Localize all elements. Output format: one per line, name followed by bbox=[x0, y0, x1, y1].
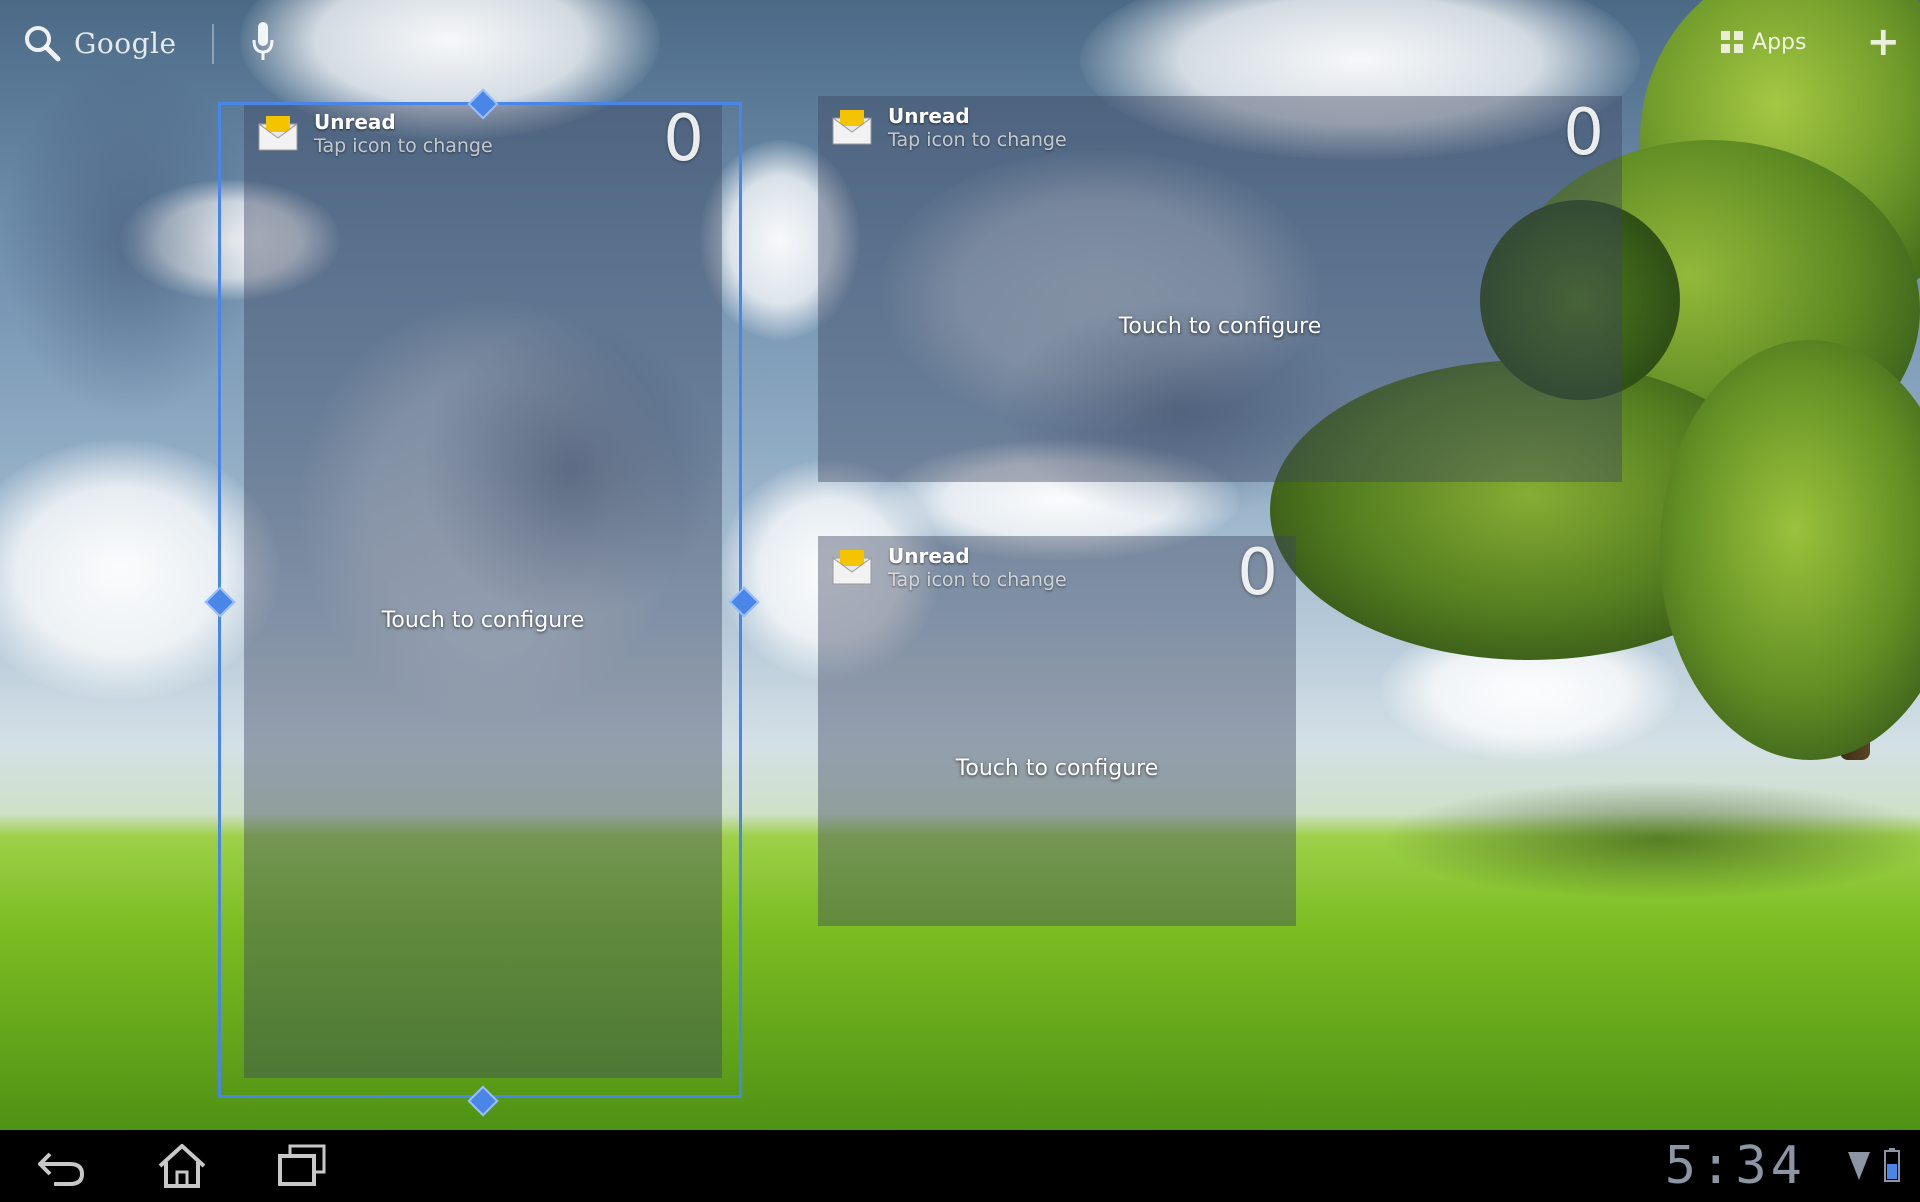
unread-count: 0 bbox=[1563, 96, 1604, 170]
microphone-icon bbox=[252, 22, 274, 60]
battery-icon bbox=[1884, 1148, 1900, 1182]
home-icon bbox=[158, 1144, 206, 1188]
recent-apps-button[interactable] bbox=[274, 1142, 330, 1190]
back-icon bbox=[38, 1152, 85, 1186]
unread-email-widget[interactable]: Unread Tap icon to change 0 Touch to con… bbox=[818, 96, 1622, 482]
home-button[interactable] bbox=[154, 1142, 210, 1190]
widget-header: Unread Tap icon to change 0 bbox=[818, 536, 1296, 610]
widget-subtitle: Tap icon to change bbox=[888, 569, 1067, 591]
wifi-icon bbox=[1848, 1152, 1870, 1180]
system-bar: 5:34 bbox=[0, 1130, 1920, 1202]
touch-to-configure[interactable]: Touch to configure bbox=[818, 314, 1622, 339]
widget-title: Unread bbox=[888, 544, 970, 568]
recent-apps-icon bbox=[278, 1144, 326, 1186]
touch-to-configure[interactable]: Touch to configure bbox=[818, 756, 1296, 781]
google-search-bar[interactable]: Google bbox=[22, 18, 177, 68]
envelope-icon[interactable] bbox=[832, 108, 872, 146]
envelope-icon[interactable] bbox=[832, 548, 872, 586]
widget-header: Unread Tap icon to change 0 bbox=[818, 96, 1622, 170]
widget-resize-frame bbox=[218, 102, 742, 1098]
search-divider bbox=[212, 24, 214, 64]
apps-label: Apps bbox=[1752, 29, 1807, 55]
status-icons[interactable] bbox=[1846, 1148, 1900, 1182]
widget-title: Unread bbox=[888, 104, 970, 128]
home-screen: Google Apps + Unread Tap icon to change … bbox=[0, 0, 1920, 1202]
add-widget-button[interactable]: + bbox=[1866, 22, 1900, 62]
clock[interactable]: 5:34 bbox=[1665, 1136, 1806, 1196]
search-icon bbox=[25, 26, 61, 62]
apps-launcher[interactable]: Apps + bbox=[1720, 22, 1900, 62]
google-brand-label: Google bbox=[74, 26, 177, 60]
back-button[interactable] bbox=[34, 1142, 90, 1190]
apps-grid-icon bbox=[1721, 31, 1744, 53]
voice-search-button[interactable] bbox=[250, 20, 276, 68]
unread-count: 0 bbox=[1237, 536, 1278, 610]
widget-subtitle: Tap icon to change bbox=[888, 129, 1067, 151]
unread-email-widget[interactable]: Unread Tap icon to change 0 Touch to con… bbox=[818, 536, 1296, 926]
